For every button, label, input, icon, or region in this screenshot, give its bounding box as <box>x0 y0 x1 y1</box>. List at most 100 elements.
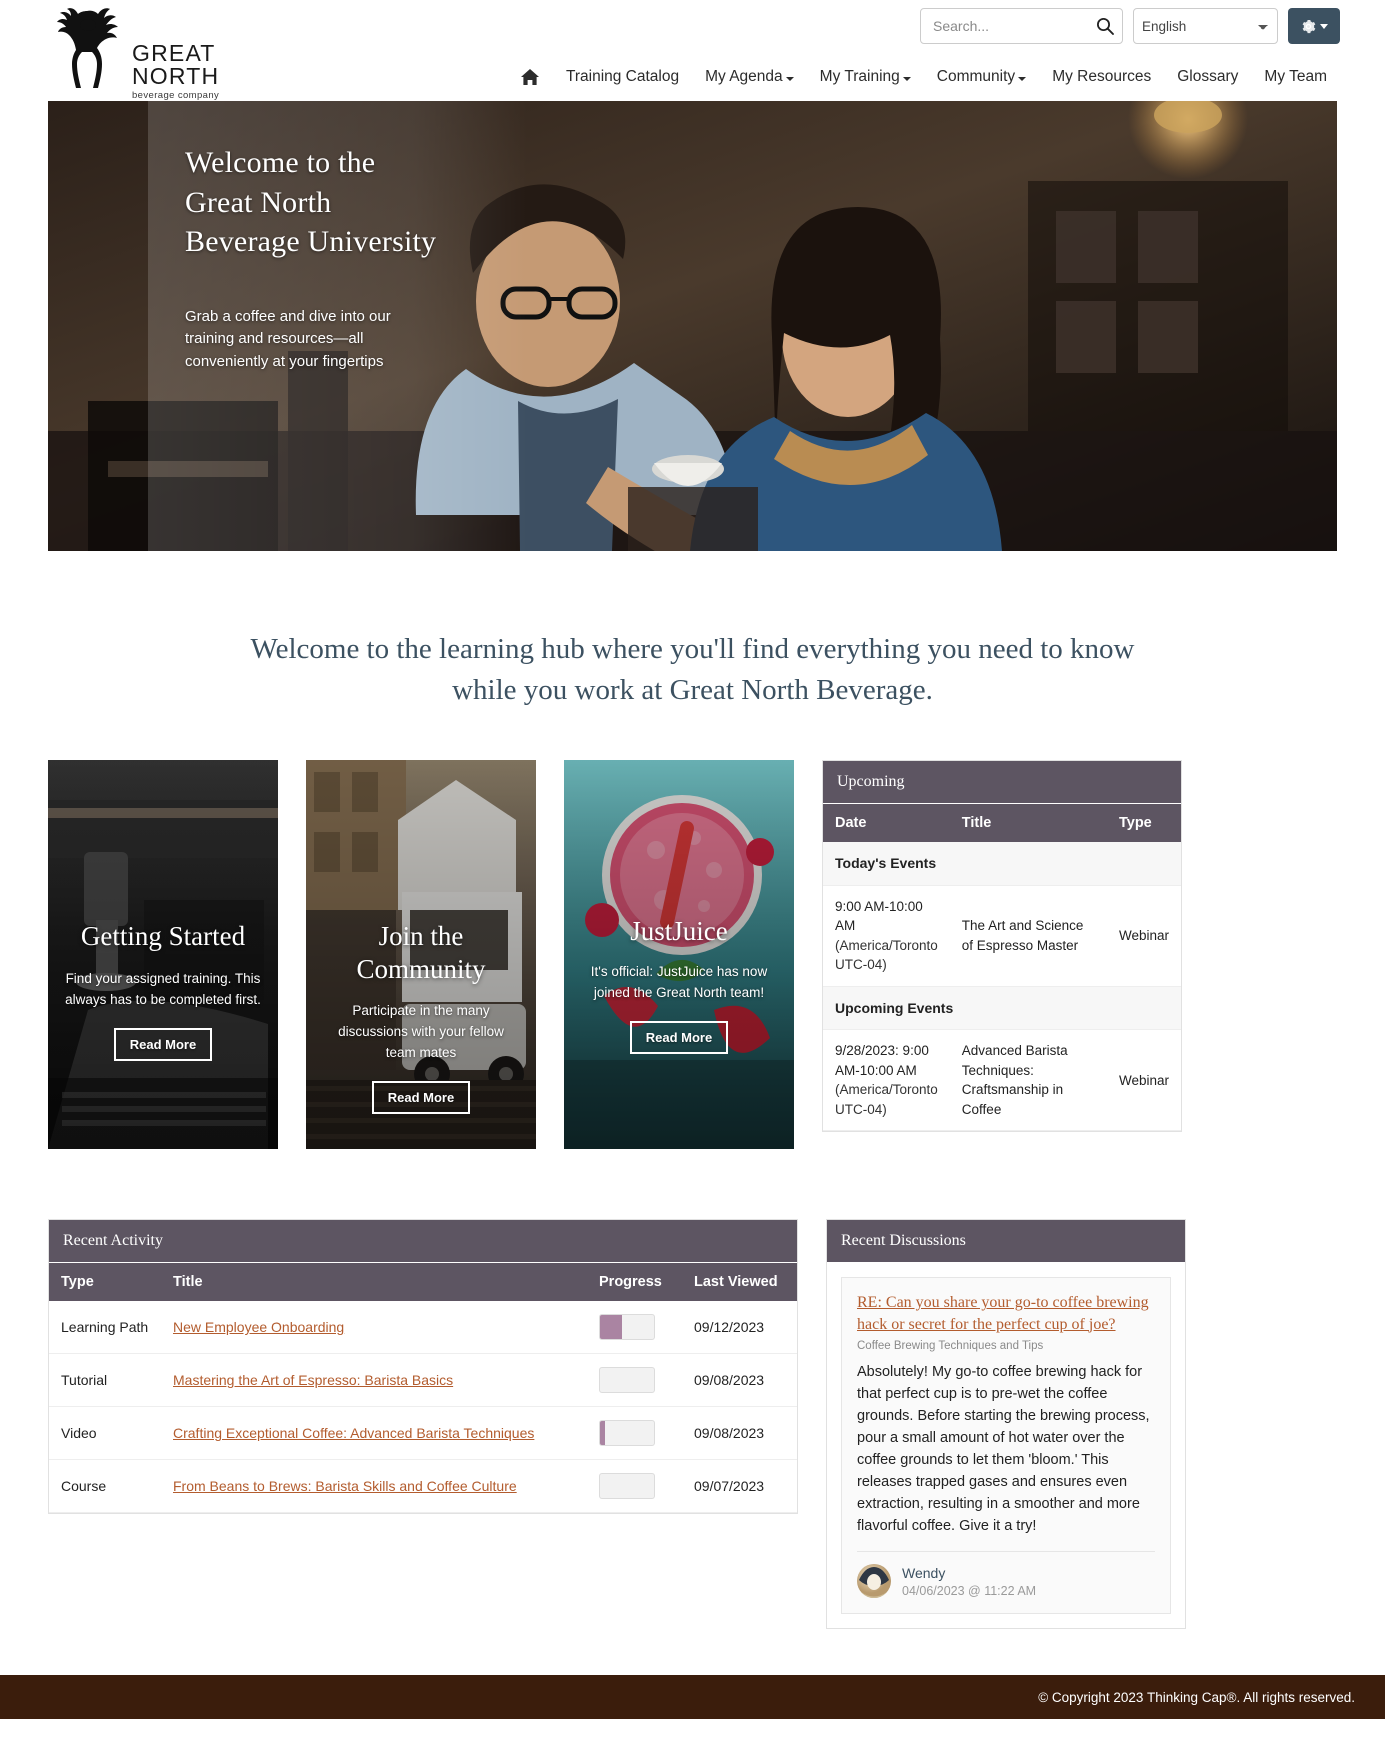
event-timezone: (America/Toronto UTC-04) <box>835 1082 938 1117</box>
column-header-last-viewed: Last Viewed <box>682 1263 797 1302</box>
search-input[interactable] <box>921 9 1122 43</box>
activity-title-link[interactable]: Crafting Exceptional Coffee: Advanced Ba… <box>173 1425 534 1441</box>
activity-type: Video <box>49 1406 161 1461</box>
nav-my-team[interactable]: My Team <box>1251 62 1340 92</box>
activity-progress-cell <box>587 1459 682 1514</box>
nav-label: Community <box>936 68 1016 85</box>
promo-content: Getting Started Find your assigned train… <box>48 920 278 1061</box>
promo-title: Join the Community <box>356 921 486 984</box>
promo-card-row: Getting Started Find your assigned train… <box>48 760 1337 1150</box>
nav-label: Glossary <box>1177 68 1239 85</box>
activity-type: Tutorial <box>49 1353 161 1408</box>
home-icon <box>520 69 539 85</box>
nav-my-training[interactable]: My Training <box>807 62 924 92</box>
nav-my-resources[interactable]: My Resources <box>1039 62 1164 92</box>
promo-content: Join the Community Participate in the ma… <box>306 920 536 1114</box>
language-select[interactable]: English <box>1133 8 1278 44</box>
header-tools: English <box>920 8 1340 44</box>
settings-button[interactable] <box>1288 8 1340 44</box>
bottom-row: Recent Activity Type Title Progress Last… <box>48 1219 1337 1630</box>
event-type: Webinar <box>1106 885 1181 987</box>
table-header-row: Type Title Progress Last Viewed <box>49 1263 797 1302</box>
nav-label: My Team <box>1264 68 1327 85</box>
upcoming-panel: Upcoming Date Title Type Today's Events <box>822 760 1182 1133</box>
activity-last-viewed: 09/08/2023 <box>682 1353 797 1408</box>
discussion-text: Absolutely! My go-to coffee brewing hack… <box>857 1363 1150 1535</box>
column-header-date: Date <box>823 804 950 843</box>
discussion-title-link[interactable]: RE: Can you share your go-to coffee brew… <box>857 1292 1155 1335</box>
site-footer: © Copyright 2023 Thinking Cap®. All righ… <box>0 1675 1385 1720</box>
nav-label: Training Catalog <box>565 68 680 85</box>
table-row[interactable]: 9/28/2023: 9:00 AM-10:00 AM (America/Tor… <box>823 1029 1181 1132</box>
recent-discussions-title: Recent Discussions <box>827 1220 1185 1264</box>
brand-name: GREAT NORTH <box>132 40 220 89</box>
copyright-text: © Copyright 2023 Thinking Cap®. All righ… <box>1038 1689 1355 1705</box>
hero-banner: Welcome to the Great North Beverage Univ… <box>48 101 1337 551</box>
nav-label: My Resources <box>1052 68 1152 85</box>
activity-title-cell: Mastering the Art of Espresso: Barista B… <box>161 1353 587 1408</box>
activity-progress-cell <box>587 1301 682 1355</box>
welcome-heading: Welcome to the learning hub where you'll… <box>250 633 1135 707</box>
event-date: 9:00 AM-10:00 AM (America/Toronto UTC-04… <box>823 885 950 987</box>
activity-type: Course <box>49 1459 161 1514</box>
nav-glossary[interactable]: Glossary <box>1164 62 1251 92</box>
moose-icon <box>57 8 118 88</box>
nav-training-catalog[interactable]: Training Catalog <box>553 62 692 92</box>
promo-card-justjuice[interactable]: JustJuice It's official: JustJuice has n… <box>564 760 794 1150</box>
read-more-button[interactable]: Read More <box>371 1080 471 1114</box>
activity-title-cell: Crafting Exceptional Coffee: Advanced Ba… <box>161 1406 587 1461</box>
activity-title-cell: From Beans to Brews: Barista Skills and … <box>161 1459 587 1514</box>
discussion-card: RE: Can you share your go-to coffee brew… <box>841 1277 1171 1615</box>
main-content: Getting Started Find your assigned train… <box>0 760 1385 1630</box>
table-row[interactable]: Tutorial Mastering the Art of Espresso: B… <box>49 1353 797 1408</box>
nav-label: My Agenda <box>705 68 783 85</box>
read-more-button[interactable]: Read More <box>113 1027 213 1061</box>
promo-card-getting-started[interactable]: Getting Started Find your assigned train… <box>48 760 278 1150</box>
hero-text: Welcome to the Great North Beverage Univ… <box>185 143 585 373</box>
author-timestamp: 04/06/2023 @ 11:22 AM <box>902 1583 1037 1598</box>
upcoming-table: Date Title Type Today's Events 9:00 AM-1… <box>823 804 1181 1132</box>
discussion-body: RE: Can you share your go-to coffee brew… <box>827 1263 1185 1628</box>
discussion-category: Coffee Brewing Techniques and Tips <box>857 1339 1044 1352</box>
recent-activity-body: Learning Path New Employee Onboarding 09/1… <box>49 1301 797 1514</box>
column-header-type: Type <box>1106 804 1181 843</box>
nav-home[interactable] <box>507 62 553 92</box>
group-label: Upcoming Events <box>823 986 1181 1031</box>
activity-title-link[interactable]: New Employee Onboarding <box>173 1319 344 1335</box>
promo-description: Find your assigned training. This always… <box>65 970 261 1007</box>
activity-title-link[interactable]: From Beans to Brews: Barista Skills and … <box>173 1478 517 1494</box>
promo-card-join-the-community[interactable]: Join the Community Participate in the ma… <box>306 760 536 1150</box>
promo-description: It's official: JustJuice has now joined … <box>590 963 768 1000</box>
promo-description: Participate in the many discussions with… <box>338 1003 504 1060</box>
page-root: GREAT NORTH beverage company English <box>0 0 1385 1720</box>
progress-bar-fill <box>600 1315 622 1340</box>
table-row[interactable]: Video Crafting Exceptional Coffee: Advanc… <box>49 1406 797 1461</box>
nav-my-agenda[interactable]: My Agenda <box>692 62 807 92</box>
recent-discussions-panel: Recent Discussions RE: Can you share you… <box>826 1219 1186 1630</box>
event-date: 9/28/2023: 9:00 AM-10:00 AM (America/Tor… <box>823 1029 950 1132</box>
chevron-down-icon <box>785 76 794 81</box>
chevron-down-icon <box>1319 23 1328 29</box>
brand-logo[interactable]: GREAT NORTH beverage company <box>48 6 233 100</box>
activity-title-link[interactable]: Mastering the Art of Espresso: Barista B… <box>173 1372 453 1388</box>
activity-last-viewed: 09/07/2023 <box>682 1459 797 1514</box>
read-more-button[interactable]: Read More <box>629 1020 729 1054</box>
nav-community[interactable]: Community <box>924 62 1039 92</box>
column-header-progress: Progress <box>587 1263 682 1302</box>
promo-content: JustJuice It's official: JustJuice has n… <box>564 915 794 1054</box>
table-row[interactable]: 9:00 AM-10:00 AM (America/Toronto UTC-04… <box>823 885 1181 987</box>
group-row-todays-events: Today's Events <box>823 842 1181 886</box>
table-row[interactable]: Learning Path New Employee Onboarding 09/1… <box>49 1301 797 1355</box>
group-label: Today's Events <box>823 842 1181 886</box>
table-row[interactable]: Course From Beans to Brews: Barista Skill… <box>49 1459 797 1514</box>
event-time: 9:00 AM-10:00 AM <box>835 898 923 934</box>
activity-last-viewed: 09/12/2023 <box>682 1301 797 1355</box>
event-timezone: (America/Toronto UTC-04) <box>835 937 938 973</box>
main-navigation: Training Catalog My Agenda My Training C… <box>507 62 1340 92</box>
search-button[interactable] <box>1094 16 1116 38</box>
activity-type: Learning Path <box>49 1301 161 1355</box>
avatar <box>857 1564 891 1599</box>
site-header: GREAT NORTH beverage company English <box>0 0 1385 101</box>
progress-bar <box>599 1473 655 1500</box>
promo-title: Getting Started <box>80 921 246 952</box>
